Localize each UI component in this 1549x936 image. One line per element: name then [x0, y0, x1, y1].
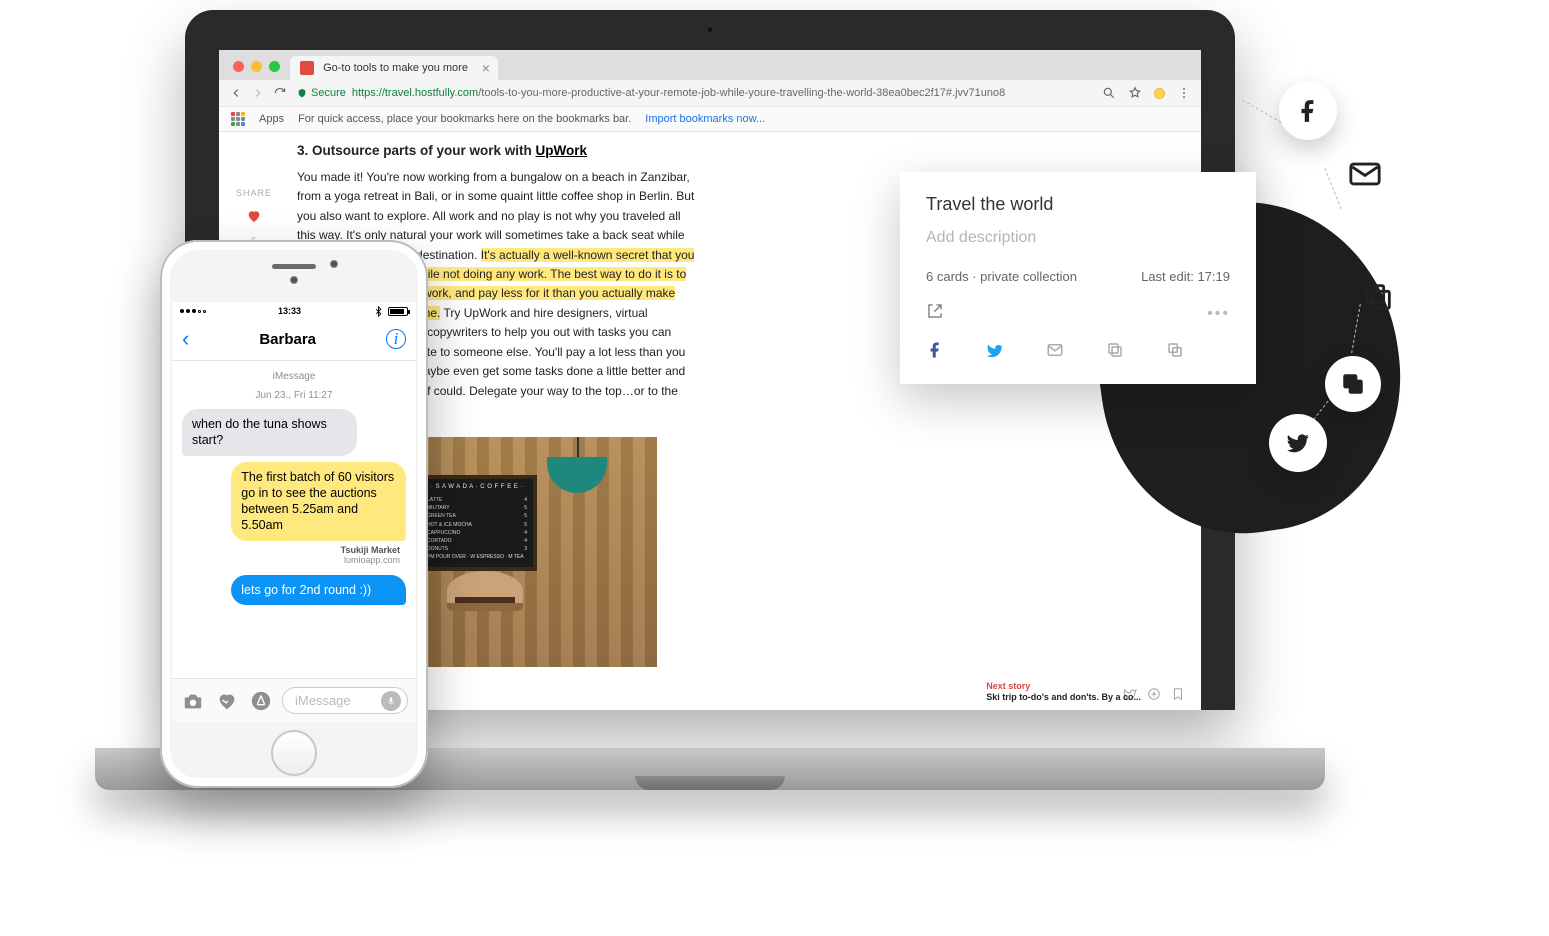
camera-icon[interactable]	[180, 688, 206, 714]
digital-touch-icon[interactable]	[214, 688, 240, 714]
mail-icon[interactable]	[1339, 148, 1391, 200]
input-placeholder: iMessage	[295, 693, 351, 708]
browser-toolbar: Secure https://travel.hostfully.com/tool…	[219, 80, 1201, 107]
share-more-icon[interactable]	[1147, 687, 1161, 704]
lamp-icon	[537, 437, 617, 493]
close-icon[interactable]: ×	[482, 60, 490, 76]
bookmarks-bar: Apps For quick access, place your bookma…	[219, 107, 1201, 132]
browser-tab[interactable]: Go-to tools to make you more ×	[290, 56, 498, 80]
copy-icon[interactable]	[1106, 341, 1124, 364]
search-icon[interactable]	[1102, 86, 1116, 100]
message-date-label: Jun 23., Fri 11:27	[182, 390, 406, 401]
app-store-icon[interactable]	[248, 688, 274, 714]
article-heading: 3. Outsource parts of your work with UpW…	[297, 140, 695, 162]
back-icon[interactable]: ‹	[182, 326, 189, 352]
import-bookmarks-link[interactable]: Import bookmarks now...	[645, 113, 765, 125]
bluetooth-icon	[373, 306, 384, 317]
status-bar: 13:33	[172, 302, 416, 320]
chalkboard-title: · S A W A D A · C O F F E E ·	[421, 479, 533, 497]
message-service-label: iMessage	[182, 371, 406, 382]
facebook-icon[interactable]	[926, 341, 944, 364]
phone-camera-icon	[290, 276, 298, 284]
reload-icon[interactable]	[273, 86, 287, 100]
person-figure	[447, 571, 523, 667]
microphone-icon[interactable]	[381, 691, 401, 711]
tab-favicon-icon	[300, 61, 314, 75]
address-bar[interactable]: Secure https://travel.hostfully.com/tool…	[297, 87, 1092, 99]
open-external-icon[interactable]	[926, 302, 944, 325]
back-icon[interactable]	[229, 86, 243, 100]
message-input[interactable]: iMessage	[282, 687, 408, 714]
bookmark-icon[interactable]	[1171, 687, 1185, 704]
next-story[interactable]: Next story Ski trip to-do's and don'ts. …	[986, 681, 1141, 704]
twitter-icon[interactable]	[1269, 414, 1327, 472]
collection-cards-info: 6 cards · private collection	[926, 269, 1077, 284]
heart-icon[interactable]	[246, 208, 262, 226]
phone-speaker-icon	[272, 264, 316, 269]
message-source[interactable]: Tsukiji Marketlumioapp.com	[182, 545, 400, 565]
phone-sensor-icon	[330, 260, 338, 268]
facebook-icon[interactable]	[1279, 82, 1337, 140]
phone-screen: 13:33 ‹ Barbara i iMessage Jun 23., Fri …	[172, 302, 416, 722]
mail-icon[interactable]	[1046, 341, 1064, 364]
battery-icon	[388, 307, 408, 316]
apps-label[interactable]: Apps	[259, 113, 284, 125]
iphone-device: 13:33 ‹ Barbara i iMessage Jun 23., Fri …	[160, 240, 428, 788]
chat-header: ‹ Barbara i	[172, 320, 416, 361]
tab-title: Go-to tools to make you more	[323, 62, 468, 74]
message-highlighted[interactable]: The first batch of 60 visitors go in to …	[231, 462, 406, 541]
laptop-camera-icon	[707, 26, 714, 33]
message-incoming: when do the tuna shows start?	[182, 409, 357, 456]
contact-name[interactable]: Barbara	[259, 331, 316, 348]
chalkboard-menu: · S A W A D A · C O F F E E · LATTE4 MIL…	[417, 475, 537, 571]
signal-icon	[180, 309, 206, 313]
window-controls[interactable]	[227, 61, 290, 80]
collection-description-input[interactable]: Add description	[926, 229, 1230, 247]
link-copy-icon[interactable]	[1166, 341, 1184, 364]
collection-card: Travel the world Add description 6 cards…	[900, 172, 1256, 384]
secure-badge: Secure	[297, 87, 346, 99]
status-time: 13:33	[278, 306, 301, 316]
apps-icon[interactable]	[231, 112, 245, 126]
bookmarks-hint: For quick access, place your bookmarks h…	[298, 113, 631, 125]
browser-tab-strip: Go-to tools to make you more ×	[219, 50, 1201, 80]
link-copy-icon[interactable]	[1325, 356, 1381, 412]
nav-buttons[interactable]	[229, 86, 287, 100]
upwork-link[interactable]: UpWork	[536, 143, 588, 158]
home-button[interactable]	[271, 730, 317, 776]
collection-title: Travel the world	[926, 194, 1230, 215]
message-outgoing: lets go for 2nd round :))	[231, 575, 406, 605]
copy-icon[interactable]	[1349, 268, 1407, 326]
twitter-icon[interactable]	[986, 341, 1004, 364]
more-icon[interactable]: •••	[1207, 305, 1230, 323]
share-label: SHARE	[236, 188, 272, 198]
info-icon[interactable]: i	[386, 329, 406, 349]
next-story-title: Ski trip to-do's and don'ts. By a co...	[986, 692, 1141, 704]
messages-list[interactable]: iMessage Jun 23., Fri 11:27 when do the …	[172, 361, 416, 678]
next-story-label: Next story	[986, 681, 1141, 693]
forward-icon[interactable]	[251, 86, 265, 100]
message-input-bar: iMessage	[172, 678, 416, 722]
collection-last-edit: Last edit: 17:19	[1141, 269, 1230, 284]
url-text: https://travel.hostfully.com/tools-to-yo…	[352, 87, 1092, 99]
laptop-notch	[635, 776, 785, 790]
